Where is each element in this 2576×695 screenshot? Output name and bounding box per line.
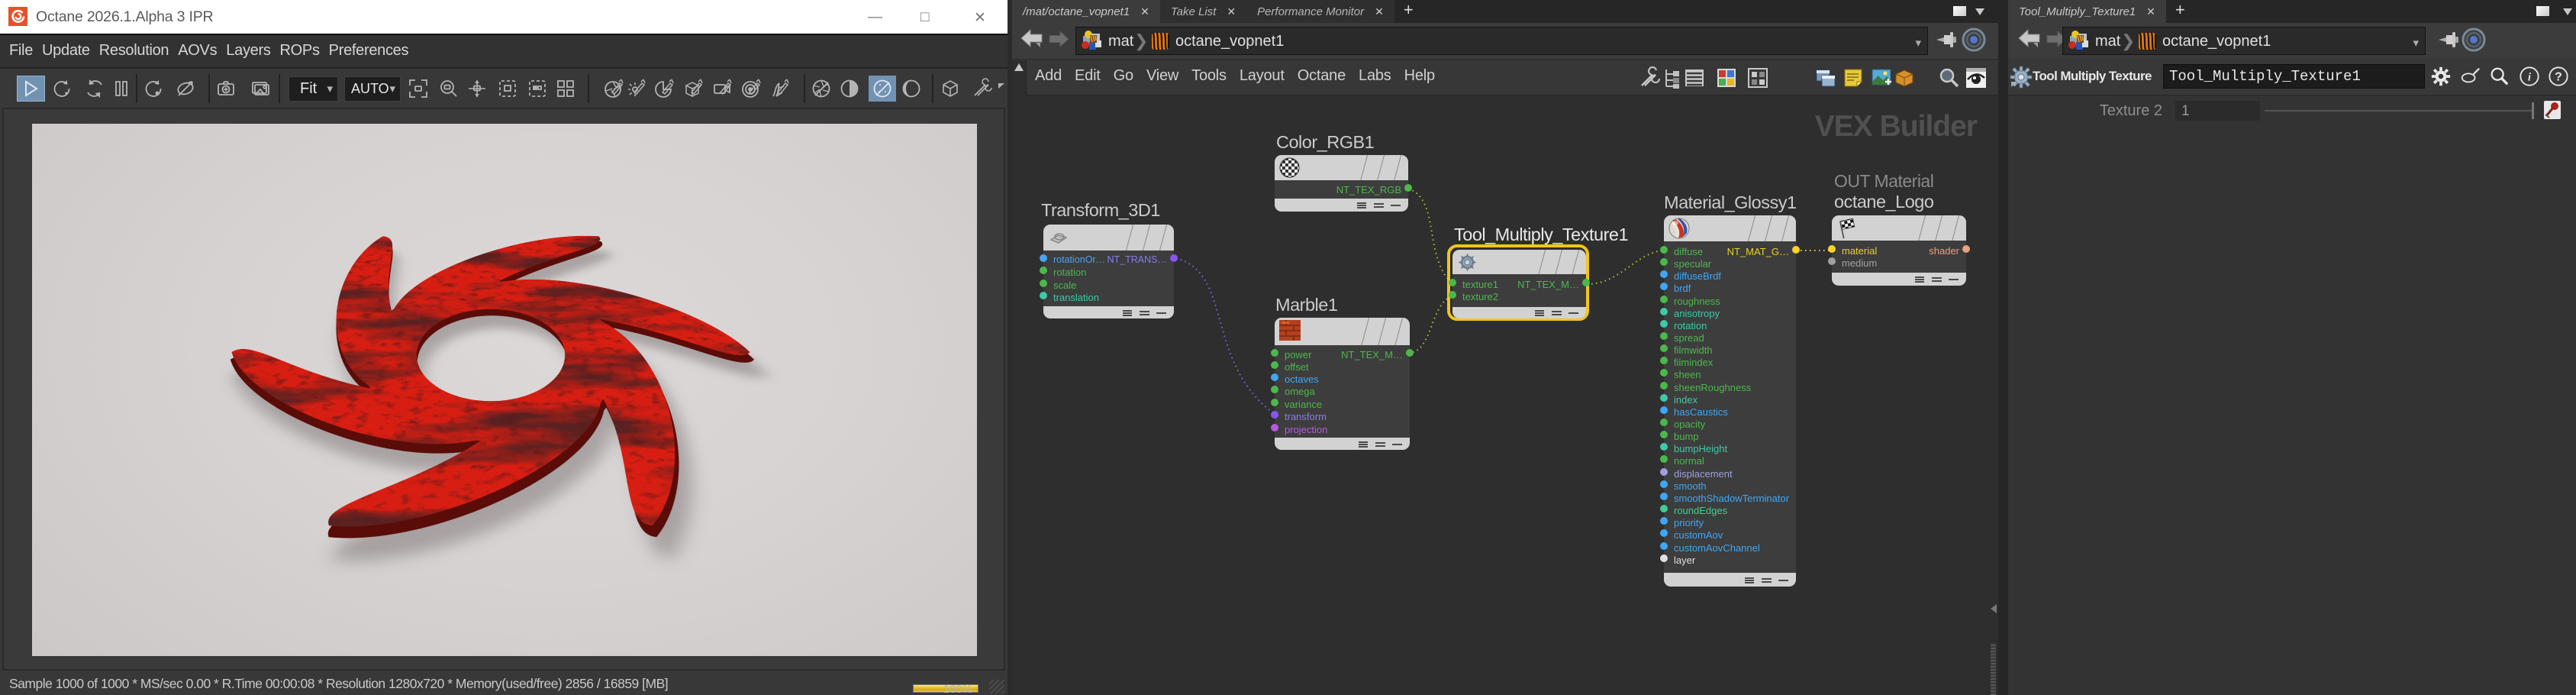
svg-text:?: ? bbox=[2555, 71, 2562, 84]
svg-text:i: i bbox=[2528, 72, 2532, 84]
